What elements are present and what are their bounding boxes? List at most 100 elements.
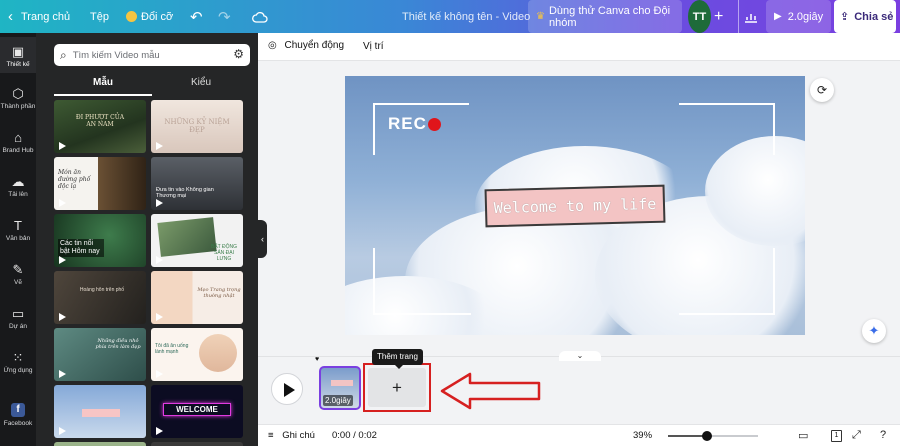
draw-icon: ✎: [12, 262, 24, 277]
layout-icon: ▣: [11, 44, 25, 59]
template-thumbnail[interactable]: ĐI PHƯỢT CỦA AN NAM: [54, 100, 146, 153]
template-title: Tôi đã ăn uống lành mạnh: [155, 343, 189, 355]
apps-icon: ⁙: [12, 350, 24, 365]
timeline-toggle-button[interactable]: ⌄: [559, 351, 601, 361]
add-member-icon[interactable]: +: [714, 0, 723, 33]
folder-icon: ▭: [11, 306, 25, 321]
resize-button[interactable]: Đổi cỡ: [126, 0, 173, 33]
avatar[interactable]: TT: [688, 0, 711, 33]
zoom-level[interactable]: 39%: [633, 430, 652, 441]
facebook-icon: f: [11, 403, 25, 417]
rail-item-apps[interactable]: ⁙ Ứng dụng: [0, 350, 36, 375]
template-thumbnail[interactable]: Mẹo Trang trọng thường nhật: [151, 271, 243, 324]
cloud-save-icon[interactable]: [252, 0, 268, 33]
home-label: Trang chủ: [21, 10, 71, 23]
rail-item-facebook[interactable]: f Facebook: [0, 403, 36, 427]
notes-button[interactable]: ≡ Ghi chú: [268, 430, 315, 441]
play-icon: [54, 310, 72, 324]
redo-icon[interactable]: ↷: [218, 0, 231, 33]
play-button[interactable]: [271, 373, 303, 405]
context-toolbar: ◎ Chuyển động Vị trí: [258, 33, 900, 61]
arrow-annotation-icon: [440, 372, 541, 410]
template-title: ĐI PHƯỢT CỦA AN NAM: [75, 114, 125, 128]
help-icon[interactable]: ?: [880, 429, 886, 441]
template-title: BẤT ĐỘNG SẢN ĐẠI LƯNG: [210, 244, 238, 262]
rail-item-label: Thiết kế: [6, 61, 30, 68]
play-icon: [151, 253, 169, 267]
top-bar: ‹ Trang chủ Tệp Đổi cỡ ↶ ↷ Thiết kế khôn…: [0, 0, 900, 33]
undo-icon[interactable]: ↶: [190, 0, 203, 33]
play-icon: [151, 196, 169, 210]
zoom-slider[interactable]: [668, 431, 758, 441]
rail-item-draw[interactable]: ✎ Vẽ: [0, 262, 36, 287]
template-thumbnail[interactable]: Món ăn đường phố độc lạ: [54, 157, 146, 210]
magic-icon[interactable]: ✦: [862, 319, 886, 343]
template-title: NHỮNG KỶ NIỆM ĐẸP: [164, 118, 230, 134]
refresh-icon[interactable]: ⟳: [810, 78, 834, 102]
notes-icon: ≡: [268, 430, 274, 441]
play-icon: [151, 139, 169, 153]
resize-label: Đổi cỡ: [141, 10, 174, 23]
animate-button[interactable]: ◎ Chuyển động: [268, 40, 344, 51]
rec-dot[interactable]: [428, 118, 441, 131]
design-canvas[interactable]: REC Welcome to my life: [345, 76, 805, 335]
play-icon: [54, 139, 72, 153]
team-trial-button[interactable]: ♛ Dùng thử Canva cho Đội nhóm: [528, 0, 682, 33]
rail-item-label: Facebook: [3, 420, 33, 427]
file-menu-button[interactable]: Tệp: [90, 0, 109, 33]
grid-view-icon[interactable]: ▭: [798, 429, 808, 442]
template-thumbnail[interactable]: Các tin nổi bật Hôm nay: [54, 214, 146, 267]
template-thumbnail[interactable]: Hoàng hôn trên phố: [54, 271, 146, 324]
template-title: Món ăn đường phố độc lạ: [58, 169, 91, 190]
rail-item-label: Ứng dụng: [3, 367, 33, 374]
animate-label: Chuyển động: [284, 40, 345, 51]
template-thumbnail[interactable]: WELCOME: [151, 385, 243, 438]
share-button[interactable]: ⇪ Chia sẻ: [834, 0, 896, 33]
rail-item-label: Tải lên: [8, 191, 28, 198]
rail-item-elements[interactable]: ⬡ Thành phần: [0, 87, 36, 111]
play-icon: [54, 424, 72, 438]
scene-thumbnail[interactable]: 2.0giây: [319, 366, 361, 410]
template-title: Đưa tin vào Không gian Thương mại: [156, 187, 214, 199]
template-thumbnail[interactable]: [151, 442, 243, 446]
rail-item-brand-hub[interactable]: ⌂ Brand Hub: [0, 131, 36, 155]
template-thumbnail[interactable]: [54, 442, 146, 446]
text-icon: T: [14, 218, 22, 233]
template-image: [82, 409, 120, 417]
template-thumbnail[interactable]: Những điều nhỏ phía trên làm đẹp: [54, 328, 146, 381]
present-label: 2.0giây: [787, 10, 824, 23]
template-thumbnail[interactable]: Đưa tin vào Không gian Thương mại: [151, 157, 243, 210]
animate-icon: ◎: [268, 40, 277, 51]
template-thumbnail[interactable]: [54, 385, 146, 438]
rec-label[interactable]: REC: [388, 114, 427, 134]
home-button[interactable]: ‹ Trang chủ: [8, 0, 70, 33]
viewfinder-corner: [373, 248, 471, 315]
scene-preview: [331, 380, 353, 386]
page-count[interactable]: 1: [831, 430, 842, 442]
viewfinder-corner: [679, 103, 775, 155]
template-thumbnail[interactable]: Tôi đã ăn uống lành mạnh: [151, 328, 243, 381]
rail-item-design[interactable]: ▣ Thiết kế: [0, 37, 36, 73]
crown-icon: ♛: [536, 11, 545, 22]
play-icon: [54, 367, 72, 381]
present-button[interactable]: ▶ 2.0giây: [766, 0, 832, 33]
add-page-button[interactable]: +: [368, 368, 426, 407]
rail-item-text[interactable]: T Văn bản: [0, 218, 36, 243]
rail-item-projects[interactable]: ▭ Dự án: [0, 306, 36, 331]
add-page-tooltip: Thêm trang: [372, 349, 423, 369]
rail-item-uploads[interactable]: ☁ Tải lên: [0, 175, 36, 199]
rail-item-label: Brand Hub: [2, 147, 34, 154]
template-thumbnail[interactable]: BẤT ĐỘNG SẢN ĐẠI LƯNG: [151, 214, 243, 267]
viewfinder-corner: [679, 248, 775, 315]
template-thumbnail[interactable]: NHỮNG KỶ NIỆM ĐẸP: [151, 100, 243, 153]
insights-icon[interactable]: [744, 0, 758, 33]
welcome-text-box[interactable]: Welcome to my life: [484, 184, 666, 228]
play-icon: [54, 253, 72, 267]
collapse-panel-button[interactable]: ‹: [258, 220, 267, 258]
design-title[interactable]: Thiết kế không tên - Video: [402, 0, 530, 33]
add-page-highlight: +: [363, 363, 431, 412]
position-button[interactable]: Vị trí: [363, 41, 384, 52]
fullscreen-icon[interactable]: ⤢: [852, 429, 861, 442]
notes-label: Ghi chú: [282, 430, 315, 441]
zoom-slider-knob[interactable]: [702, 431, 712, 441]
